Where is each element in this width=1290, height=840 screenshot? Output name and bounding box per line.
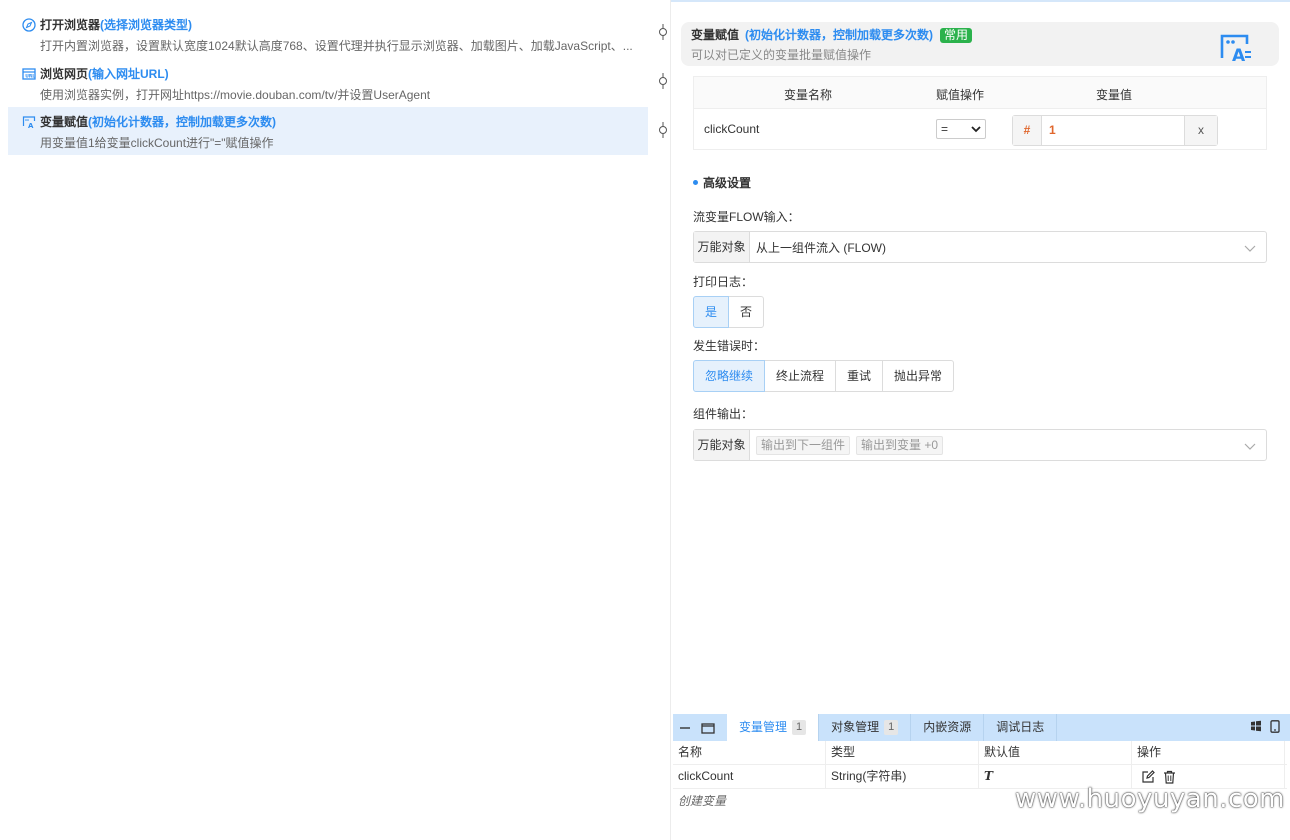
flow-item-browse-page[interactable]: URL 浏览网页 (输入网址URL) 使用浏览器实例，打开网址https://mo…: [8, 59, 648, 107]
bullet-dot-icon: [693, 180, 698, 185]
col-type: 类型: [826, 741, 979, 764]
flow-item-hint: (初始化计数器，控制加载更多次数): [88, 115, 277, 129]
flow-item-open-browser[interactable]: 打开浏览器 (选择浏览器类型) 打开内置浏览器，设置默认宽度1024默认高度768…: [8, 10, 648, 58]
tabbar-actions: [1250, 720, 1280, 733]
col-actions: 操作: [1132, 741, 1285, 764]
variable-name-cell: clickCount: [704, 122, 760, 136]
error-ignore-button[interactable]: 忽略继续: [693, 360, 766, 392]
panel-title: 变量赋值: [691, 28, 740, 42]
flow-input-addon: 万能对象: [694, 232, 750, 262]
col-variable-value: 变量值: [1096, 88, 1133, 102]
tab-count: 1: [884, 720, 899, 735]
flow-input-select[interactable]: 万能对象 从上一组件流入 (FLOW): [693, 231, 1267, 263]
on-error-toggle: 忽略继续 终止流程 重试 抛出异常: [693, 360, 955, 392]
edit-icon[interactable]: [1142, 770, 1155, 783]
col-variable-name: 变量名称: [784, 88, 833, 102]
svg-text:A: A: [1232, 46, 1246, 62]
tab-count: 1: [792, 720, 807, 735]
compass-icon: [22, 18, 36, 32]
panel-top-border: [671, 0, 1290, 2]
tab-label: 内嵌资源: [923, 720, 972, 734]
col-name: 名称: [673, 741, 826, 764]
assign-op-select[interactable]: =: [936, 119, 986, 139]
mobile-icon[interactable]: [1270, 720, 1280, 733]
print-log-toggle: 是 否: [693, 296, 765, 328]
svg-text:A: A: [28, 122, 34, 129]
variable-assign-icon: A: [22, 116, 36, 129]
advanced-settings-label: 高级设置: [703, 176, 752, 190]
variable-assign-icon: A: [1220, 34, 1251, 62]
assign-table: 变量名称 赋值操作 变量值 clickCount = # 1 x: [693, 76, 1267, 150]
tab-label: 调试日志: [996, 720, 1045, 734]
minimize-icon[interactable]: [679, 722, 691, 734]
output-select[interactable]: 万能对象 输出到下一组件 输出到变量 +0: [693, 429, 1267, 461]
flow-item-desc: 使用浏览器实例，打开网址https://movie.douban.com/tv/…: [40, 88, 431, 102]
col-assign-op: 赋值操作: [936, 88, 985, 102]
tab-debug-log[interactable]: 调试日志: [984, 714, 1058, 741]
on-error-label: 发生错误时：: [693, 339, 766, 353]
output-tag-next[interactable]: 输出到下一组件: [756, 435, 851, 455]
panel-controls: [673, 714, 727, 741]
flow-item-title: 变量赋值: [40, 115, 89, 129]
common-badge: 常用: [940, 27, 973, 43]
remove-button[interactable]: x: [1184, 116, 1217, 145]
log-no-button[interactable]: 否: [728, 296, 765, 328]
error-throw-button[interactable]: 抛出异常: [882, 360, 955, 392]
tab-label: 变量管理: [739, 720, 788, 734]
number-type-icon[interactable]: #: [1013, 116, 1042, 145]
output-label: 组件输出：: [693, 407, 754, 421]
error-stop-button[interactable]: 终止流程: [764, 360, 837, 392]
panel-header: 变量赋值 (初始化计数器，控制加载更多次数) 常用 可以对已定义的变量批量赋值操…: [681, 22, 1279, 66]
assign-table-header: 变量名称 赋值操作 变量值: [694, 77, 1266, 109]
log-yes-button[interactable]: 是: [693, 296, 730, 328]
flow-item-hint: (输入网址URL): [88, 67, 169, 81]
flow-item-title: 浏览网页: [40, 67, 89, 81]
assign-table-row: clickCount = # 1 x: [694, 109, 1266, 149]
windows-icon[interactable]: [1250, 720, 1262, 732]
tab-label: 对象管理: [831, 720, 880, 734]
variable-value-input[interactable]: 1: [1042, 116, 1184, 145]
output-addon: 万能对象: [694, 430, 750, 460]
tab-variable-manager[interactable]: 变量管理 1: [727, 714, 820, 741]
watermark: www.huoyuyan.com: [1015, 784, 1285, 814]
flow-item-title: 打开浏览器: [40, 18, 101, 32]
error-retry-button[interactable]: 重试: [835, 360, 884, 392]
panel-desc: 可以对已定义的变量批量赋值操作: [691, 48, 872, 62]
variables-table-header: 名称 类型 默认值 操作: [673, 741, 1287, 765]
variable-type-cell: String(字符串): [826, 765, 979, 788]
flow-input-value: 从上一组件流入 (FLOW): [756, 240, 886, 255]
svg-text:URL: URL: [25, 74, 35, 80]
panel-hint: (初始化计数器，控制加载更多次数): [745, 28, 934, 42]
output-tag-variable[interactable]: 输出到变量 +0: [856, 435, 944, 455]
tab-object-manager[interactable]: 对象管理 1: [819, 714, 912, 741]
flow-item-assign-variable[interactable]: A 变量赋值 (初始化计数器，控制加载更多次数) 用变量值1给变量clickCou…: [8, 107, 648, 155]
flow-item-hint: (选择浏览器类型): [100, 18, 193, 32]
bottom-panel: 变量管理 1 对象管理 1 内嵌资源 调试日志 名称 类型 默认值 操作 click…: [673, 714, 1290, 840]
chevron-down-icon: [1244, 245, 1256, 252]
print-log-label: 打印日志：: [693, 275, 754, 289]
chevron-down-icon: [971, 126, 981, 133]
trash-icon[interactable]: [1163, 770, 1176, 784]
variable-name-cell: clickCount: [673, 765, 826, 788]
flow-item-desc: 打开内置浏览器，设置默认宽度1024默认高度768、设置代理并执行显示浏览器、加…: [40, 39, 633, 53]
advanced-settings-title: 高级设置: [693, 174, 751, 191]
flow-list: 打开浏览器 (选择浏览器类型) 打开内置浏览器，设置默认宽度1024默认高度768…: [0, 0, 670, 840]
connector-pin-icon[interactable]: [657, 24, 669, 40]
browser-window-icon: URL: [22, 68, 36, 80]
tab-embedded-resources[interactable]: 内嵌资源: [911, 714, 985, 741]
flow-input-label: 流变量FLOW输入：: [693, 210, 800, 224]
bottom-tabbar: 变量管理 1 对象管理 1 内嵌资源 调试日志: [673, 714, 1290, 741]
assign-op-value: =: [941, 122, 949, 136]
chevron-down-icon: [1244, 443, 1256, 450]
connector-pin-icon[interactable]: [657, 122, 669, 138]
col-default: 默认值: [979, 741, 1132, 764]
variable-value-field: # 1 x: [1012, 115, 1218, 146]
flow-item-desc: 用变量值1给变量clickCount进行"="赋值操作: [40, 136, 274, 150]
restore-window-icon[interactable]: [701, 722, 715, 734]
connector-pin-icon[interactable]: [657, 73, 669, 89]
